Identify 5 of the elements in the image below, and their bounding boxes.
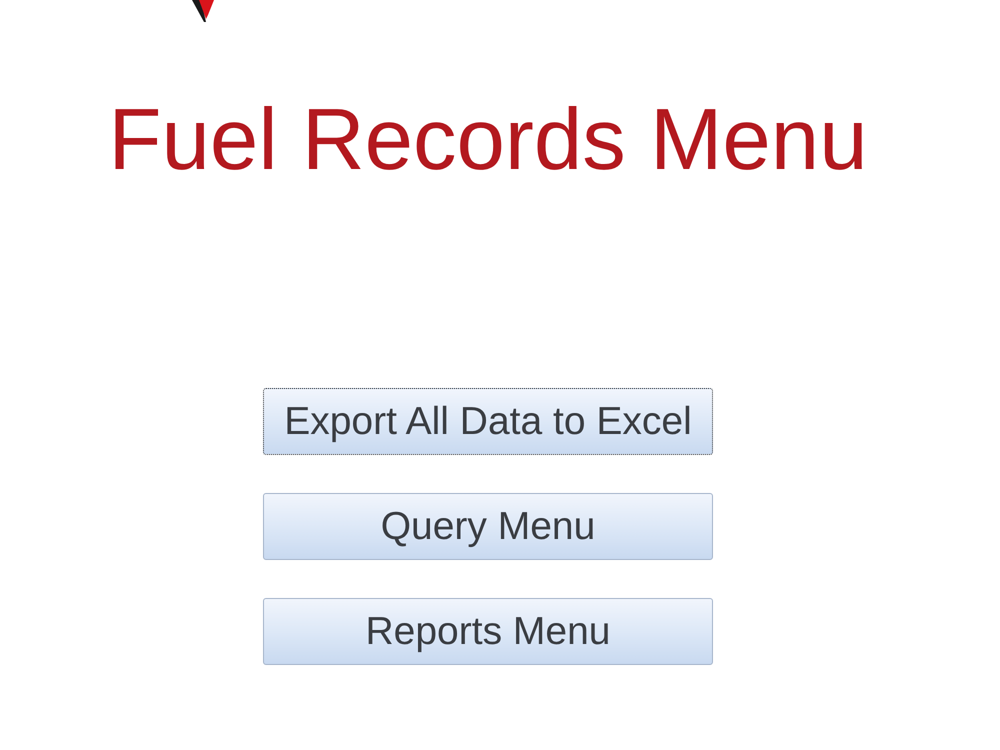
form-title: Fuel Records Menu	[107, 96, 869, 183]
menu-button[interactable]: Reports Menu	[263, 598, 713, 665]
menu-button[interactable]: Query Menu	[263, 493, 713, 560]
logo-icon	[192, 0, 216, 22]
menu-button[interactable]: Export All Data to Excel	[263, 388, 713, 455]
